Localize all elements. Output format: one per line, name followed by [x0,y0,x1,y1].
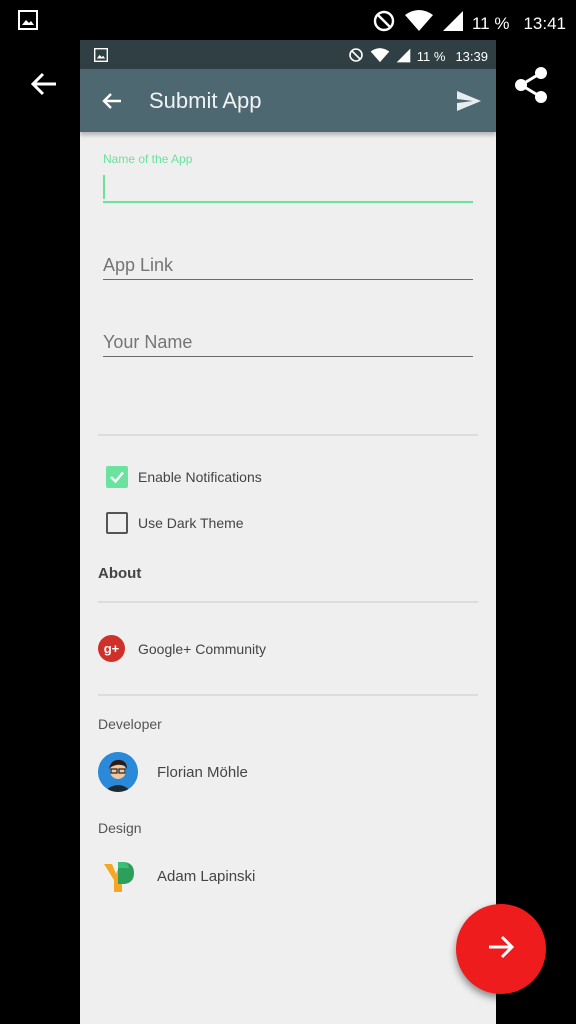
app-link-field[interactable] [103,252,473,282]
notifications-checkbox-row[interactable]: Enable Notifications [106,466,262,488]
input-underline [103,356,473,357]
do-not-disturb-icon [372,9,396,38]
about-heading: About [98,565,142,582]
divider [98,694,478,696]
developer-name: Florian Möhle [157,763,248,781]
designer-name: Adam Lapinski [157,867,256,885]
arrow-right-icon [486,932,516,967]
inner-status-bar: 11 % 13:39 [80,40,496,69]
status-time: 13:41 [523,13,566,33]
signal-icon [442,10,464,37]
next-fab-button[interactable] [456,904,546,994]
app-name-label: Name of the App [103,152,193,166]
dark-theme-label: Use Dark Theme [138,515,244,531]
developer-label: Developer [98,716,162,732]
input-underline [103,279,473,280]
page-title: Submit App [149,88,262,113]
designer-logo-icon [98,856,138,896]
your-name-input[interactable] [103,329,473,355]
developer-avatar [98,752,138,792]
status-time: 13:39 [455,49,488,64]
app-screen: 11 % 13:39 Submit App Name of the App En… [80,40,496,1024]
battery-text: 11 % [471,13,510,33]
image-notification-icon [94,48,108,65]
dark-theme-checkbox[interactable] [106,512,128,534]
divider [98,601,478,603]
design-label: Design [98,820,142,836]
input-underline [103,201,473,203]
arrow-left-icon[interactable] [28,68,60,105]
wifi-icon [404,10,434,37]
app-link-input[interactable] [103,252,473,278]
share-icon[interactable] [513,66,549,109]
app-name-input[interactable] [103,172,473,200]
developer-row[interactable]: Florian Möhle [98,752,248,792]
signal-icon [396,48,411,66]
notifications-checkbox[interactable] [106,466,128,488]
app-toolbar: Submit App [80,69,496,132]
wifi-icon [370,47,390,66]
battery-text: 11 % [416,49,446,64]
app-name-field[interactable]: Name of the App [103,152,473,204]
divider [98,434,478,436]
your-name-field[interactable] [103,329,473,359]
notifications-label: Enable Notifications [138,469,262,485]
image-notification-icon [18,10,38,35]
google-plus-icon: g+ [98,635,125,662]
google-plus-community-label: Google+ Community [138,640,267,657]
do-not-disturb-icon [348,47,364,66]
dark-theme-checkbox-row[interactable]: Use Dark Theme [106,512,244,534]
designer-row[interactable]: Adam Lapinski [98,856,255,896]
send-icon[interactable] [456,89,482,118]
outer-status-bar: 11 % 13:41 [0,0,576,40]
back-arrow-icon[interactable] [100,89,124,118]
google-plus-community-row[interactable]: g+ Google+ Community [98,635,266,662]
